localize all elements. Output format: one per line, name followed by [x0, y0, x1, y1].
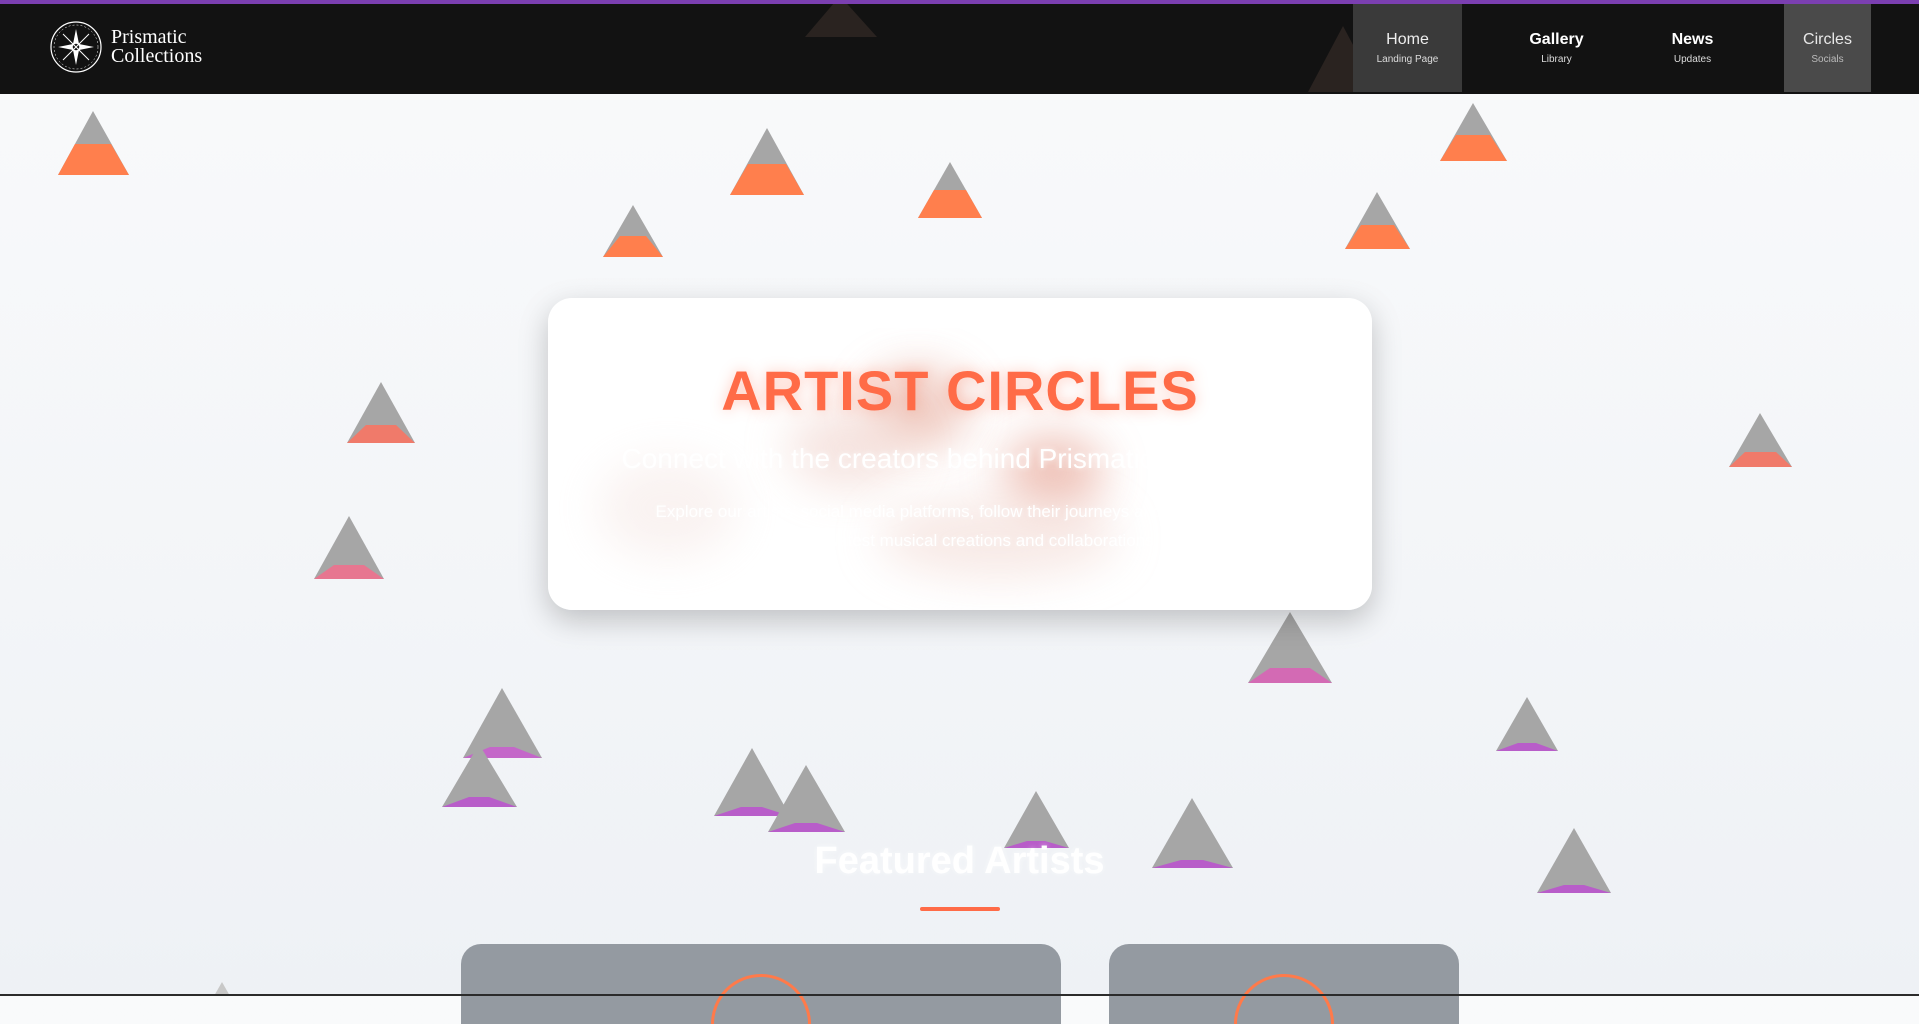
nav-item-circles[interactable]: Circles Socials — [1784, 4, 1871, 92]
triangle-decor — [1345, 192, 1410, 249]
featured-artists-heading: Featured Artists — [814, 840, 1105, 882]
hero-subtitle: Connect with the creators behind Prismat… — [621, 443, 1299, 474]
artist-avatar-ring — [711, 974, 811, 1024]
triangle-decor — [347, 382, 415, 443]
nav-item-title: News — [1671, 31, 1714, 48]
nav-item-news[interactable]: News Updates — [1640, 4, 1745, 92]
nav-item-subtitle: Socials — [1811, 54, 1844, 65]
nav-item-title: Home — [1386, 31, 1429, 48]
triangle-decor — [1496, 697, 1558, 751]
nav-item-title: Circles — [1803, 31, 1852, 48]
brand-name-line2: Collections — [111, 45, 203, 67]
hero-title: ARTIST CIRCLES — [721, 359, 1199, 422]
nav-item-home[interactable]: Home Landing Page — [1353, 4, 1462, 92]
brand-name: Prismatic Collections — [111, 27, 203, 67]
top-navbar: Prismatic Collections Home Landing Page … — [0, 4, 1919, 94]
nav-item-title: Gallery — [1529, 31, 1584, 48]
top-accent-bar — [0, 0, 1919, 4]
brand-logo[interactable]: Prismatic Collections — [49, 20, 202, 74]
artist-avatar-ring — [1234, 974, 1334, 1024]
triangle-decor — [730, 128, 804, 195]
triangle-decor — [314, 516, 384, 579]
artist-card[interactable] — [461, 944, 1061, 1024]
heading-underline — [920, 907, 1000, 911]
triangle-decor — [1729, 413, 1792, 467]
nav-item-subtitle: Updates — [1673, 54, 1712, 65]
triangle-decor — [714, 748, 790, 816]
nav-item-subtitle: Library — [1541, 54, 1572, 65]
triangle-decor — [1440, 103, 1507, 161]
triangle-decor — [463, 688, 542, 758]
nav-item-subtitle: Landing Page — [1376, 54, 1439, 65]
nav-triangle-decor — [805, 4, 1378, 92]
hero-card: ARTIST CIRCLES Connect with the creators… — [548, 298, 1372, 610]
triangle-decor — [918, 162, 982, 218]
hero-description: Explore our artists' social media platfo… — [655, 502, 1265, 550]
triangle-decor — [58, 111, 129, 175]
artist-card[interactable] — [1109, 944, 1459, 1024]
nav-item-gallery[interactable]: Gallery Library — [1500, 4, 1613, 92]
triangle-decor — [1248, 612, 1332, 683]
triangle-decor — [603, 205, 663, 257]
compass-star-icon — [50, 21, 102, 73]
